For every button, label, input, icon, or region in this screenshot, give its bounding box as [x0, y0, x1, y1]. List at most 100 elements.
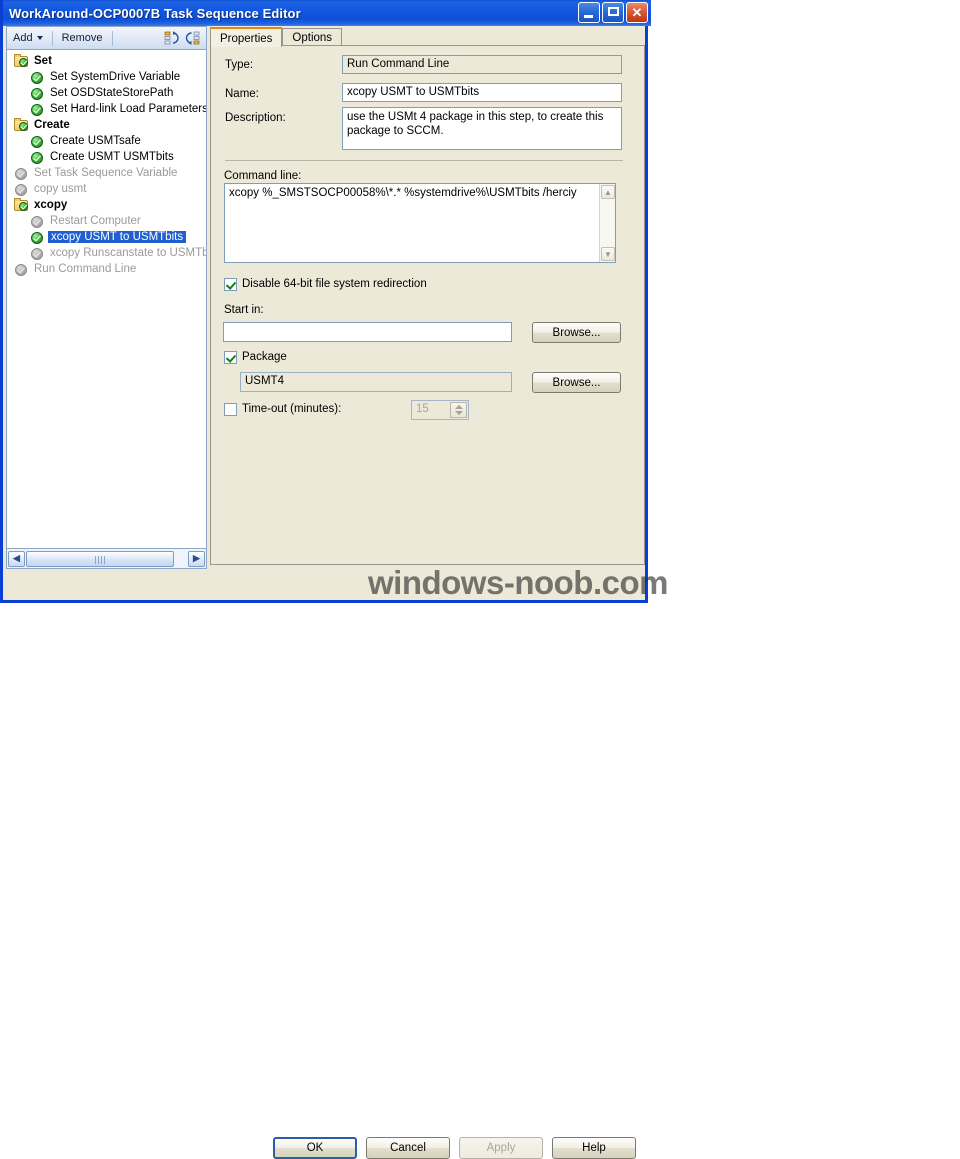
tree-item[interactable]: Set: [7, 53, 206, 69]
check-glyph: [31, 247, 43, 260]
ok-button-label: OK: [306, 1142, 324, 1154]
check-icon: [29, 230, 45, 245]
tree-item-label: xcopy USMT to USMTbits: [48, 231, 187, 243]
tree-item-label: Create USMT USMTbits: [50, 151, 174, 163]
remove-button-label: Remove: [61, 32, 103, 44]
command-line-label: Command line:: [224, 170, 302, 182]
close-button[interactable]: ✕: [626, 2, 648, 23]
tree-item[interactable]: Create: [7, 117, 206, 133]
folder-glyph: [14, 117, 28, 131]
check-glyph: [31, 231, 43, 244]
check-disabled-icon: [13, 182, 29, 197]
timeout-input[interactable]: 15: [411, 400, 469, 420]
remove-button[interactable]: Remove: [56, 30, 109, 46]
chevron-down-icon: [36, 36, 43, 40]
description-input[interactable]: use the USMt 4 package in this step, to …: [342, 107, 622, 150]
check-badge-icon: [19, 201, 28, 211]
tree-item[interactable]: Run Command Line: [7, 261, 206, 277]
start-in-browse-label: Browse...: [552, 326, 601, 339]
tree-item[interactable]: xcopy: [7, 197, 206, 213]
check-disabled-icon: [29, 246, 45, 261]
apply-button: Apply: [459, 1137, 543, 1159]
toolbar-separator-1: [51, 30, 53, 46]
stepper-up-icon[interactable]: [454, 405, 463, 409]
timeout-label[interactable]: Time-out (minutes):: [242, 403, 341, 415]
package-browse-button[interactable]: Browse...: [532, 372, 621, 393]
tree-toolbar: Add Remove: [6, 26, 207, 50]
tree-item[interactable]: xcopy Runscanstate to USMTbi: [7, 245, 206, 261]
cancel-button[interactable]: Cancel: [366, 1137, 450, 1159]
start-in-browse-button[interactable]: Browse...: [532, 322, 621, 343]
task-sequence-tree[interactable]: Set Set SystemDrive Variable Set OSDStateS…: [6, 50, 207, 549]
tree-item-label: Set OSDStateStorePath: [50, 87, 174, 99]
tree-item-label: Set Hard-link Load Parameters: [50, 103, 207, 115]
package-browse-label: Browse...: [552, 376, 601, 389]
maximize-button[interactable]: [602, 2, 624, 23]
stepper-down-icon[interactable]: [454, 411, 463, 415]
title-bar: WorkAround-OCP0007B Task Sequence Editor…: [3, 0, 651, 26]
tree-item-label: Set: [34, 55, 52, 67]
tab-properties-label: Properties: [220, 32, 273, 45]
scroll-up-icon[interactable]: ▲: [601, 185, 615, 199]
tree-item-label: xcopy Runscanstate to USMTbi: [50, 247, 207, 259]
tree-item[interactable]: Create USMT USMTbits: [7, 149, 206, 165]
tab-options[interactable]: Options: [282, 28, 343, 46]
tree-item[interactable]: Set OSDStateStorePath: [7, 85, 206, 101]
task-sequence-pane: Add Remove Set Set SystemDrive Variable …: [6, 26, 207, 571]
tab-properties[interactable]: Properties: [210, 27, 283, 47]
disable-redirection-checkbox[interactable]: [224, 278, 237, 291]
tree-item[interactable]: xcopy USMT to USMTbits: [7, 229, 206, 245]
task-sequence-editor-window: WorkAround-OCP0007B Task Sequence Editor…: [0, 0, 651, 1159]
maximize-icon: [608, 7, 619, 16]
command-line-vertical-scrollbar[interactable]: ▲ ▼: [599, 184, 615, 262]
toolbar-icon-group: [164, 30, 206, 46]
name-input[interactable]: xcopy USMT to USMTbits: [342, 83, 622, 102]
help-button[interactable]: Help: [552, 1137, 636, 1159]
tree-item[interactable]: Set Task Sequence Variable: [7, 165, 206, 181]
check-glyph: [15, 183, 27, 196]
check-disabled-icon: [13, 166, 29, 181]
tree-item[interactable]: copy usmt: [7, 181, 206, 197]
move-up-icon[interactable]: [164, 30, 180, 46]
add-button-label: Add: [13, 32, 33, 44]
ok-button[interactable]: OK: [273, 1137, 357, 1159]
add-button[interactable]: Add: [7, 30, 49, 46]
type-value: Run Command Line: [342, 55, 622, 74]
minimize-button[interactable]: [578, 2, 600, 23]
command-line-input[interactable]: xcopy %_SMSTSOCP00058%\*.* %systemdrive%…: [224, 183, 616, 263]
cancel-button-label: Cancel: [390, 1142, 426, 1154]
folder-icon: [13, 53, 29, 69]
tree-item-label: Restart Computer: [50, 215, 141, 227]
scrollbar-grip: [95, 555, 105, 564]
timeout-checkbox[interactable]: [224, 403, 237, 416]
window-controls: ✕: [578, 2, 648, 23]
minimize-icon: [584, 15, 593, 18]
package-checkbox[interactable]: [224, 351, 237, 364]
disable-redirection-label[interactable]: Disable 64-bit file system redirection: [242, 278, 427, 290]
tree-item[interactable]: Create USMTsafe: [7, 133, 206, 149]
start-in-input[interactable]: [223, 322, 512, 342]
tree-item-label: Create: [34, 119, 70, 131]
timeout-stepper[interactable]: [450, 402, 467, 418]
tree-item-label: Set Task Sequence Variable: [34, 167, 178, 179]
tree-item[interactable]: Set Hard-link Load Parameters: [7, 101, 206, 117]
tree-item-label: Create USMTsafe: [50, 135, 141, 147]
section-divider: [225, 160, 623, 161]
start-in-label: Start in:: [224, 304, 264, 316]
package-input[interactable]: USMT4: [240, 372, 512, 392]
package-label[interactable]: Package: [242, 351, 287, 363]
check-glyph: [31, 215, 43, 228]
tree-item[interactable]: Restart Computer: [7, 213, 206, 229]
tree-item[interactable]: Set SystemDrive Variable: [7, 69, 206, 85]
folder-icon: [13, 117, 29, 133]
folder-glyph: [14, 53, 28, 67]
check-glyph: [15, 263, 27, 276]
tree-item-label: copy usmt: [34, 183, 87, 195]
check-icon: [29, 102, 45, 117]
check-icon: [29, 70, 45, 85]
command-line-value: xcopy %_SMSTSOCP00058%\*.* %systemdrive%…: [229, 187, 577, 199]
scroll-down-icon[interactable]: ▼: [601, 247, 615, 261]
move-down-icon[interactable]: [185, 30, 201, 46]
apply-button-label: Apply: [486, 1142, 516, 1154]
tree-item-label: xcopy: [34, 199, 68, 211]
